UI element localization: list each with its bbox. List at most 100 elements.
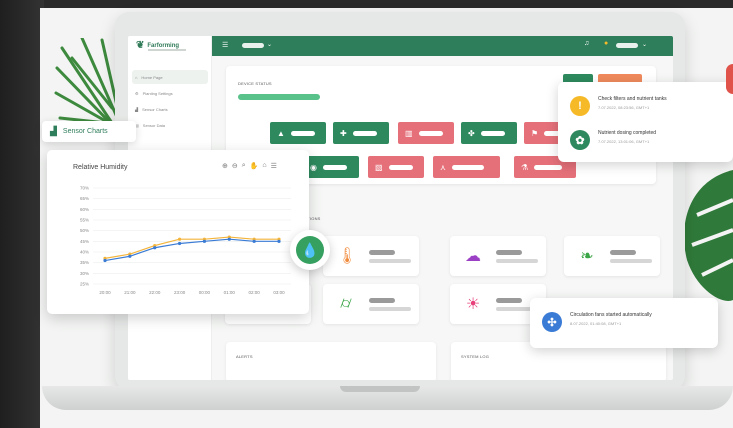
brand-name: Farforming [147,42,180,49]
system-log-title: SYSTEM LOG [461,354,490,359]
thermometer-icon: 🌡 [337,248,358,265]
notification-badge[interactable] [726,64,733,94]
laptop-notch [340,386,420,392]
device-tile-light[interactable]: ✚ [333,122,389,144]
valve-icon: ◉ [310,162,317,172]
status-progress [238,94,320,100]
alerts-card: ALERTS [226,342,436,380]
series-line [104,236,279,259]
sensor-card-humidity[interactable]: ☁ [450,236,546,276]
fan-icon: ✣ [542,312,562,332]
device-tile-pump[interactable]: ▲ [270,122,326,144]
bar-chart-icon: ▟ [50,126,57,136]
filter-icon: ▧ [375,162,383,172]
top-bar: ☰ ⌄ ♫ ● ⌄ [212,36,673,56]
dose-icon: ⋏ [440,162,446,172]
y-tick-label: 60% [80,207,89,212]
notification-time: 7.07.2022, 13:01:06, GMT+1 [598,139,650,144]
test-tube-icon: ⌭ [340,295,352,312]
device-tile-heater[interactable]: ▥ [398,122,454,144]
chevron-down-icon[interactable]: ⌄ [642,41,647,48]
user-menu[interactable] [616,43,638,48]
alerts-title: ALERTS [236,354,253,359]
leaf-logo-icon: ❦ [136,40,145,51]
x-tick-label: 21:00 [124,290,136,295]
device-tile-filter[interactable]: ▧ [368,156,424,178]
sidebar-item-planting[interactable]: ⚙ Planting Settings [132,86,208,100]
data-point[interactable] [277,239,281,243]
sidebar-item-data[interactable]: ▤ Sensor Data [132,118,208,132]
tank-icon: ⚗ [521,162,529,172]
y-tick-label: 45% [80,239,89,244]
sensor-card-plant[interactable]: ❧ [564,236,660,276]
notification-item[interactable]: ✣ Circulation fans started automatically… [542,312,652,332]
data-point[interactable] [227,237,231,241]
y-tick-label: 70% [80,186,89,191]
x-tick-label: 23:00 [174,290,186,295]
sidebar-item-label: Sensor Data [142,122,166,128]
humidity-chart-card: Relative Humidity ⊕ ⊖ ⌕ ✋ ⌂ ☰ 70% 65% 60% 5… [47,150,309,314]
x-tick-label: 22:00 [149,290,161,295]
y-tick-label: 55% [80,218,89,223]
data-point[interactable] [252,239,256,243]
notification-item[interactable]: ! Check filters and nutrient tanks 7.07.… [570,96,667,116]
settings-icon: ⚙ [135,90,139,96]
sensor-charts-tab[interactable]: ▟ Sensor Charts [42,121,136,142]
sidebar-item-home[interactable]: ⌂ Home Page [132,70,208,84]
sidebar-item-label: Sensor Charts [142,106,168,112]
bell-icon[interactable]: ♫ [584,40,589,47]
sensor-card-temperature[interactable]: 🌡 [323,236,419,276]
workspace-select[interactable] [242,43,264,48]
y-tick-label: 35% [80,260,89,265]
sidebar-item-label: Home Page [141,74,163,80]
device-tile-fan[interactable]: ✤ [461,122,517,144]
notification-title: Circulation fans started automatically [570,312,652,318]
y-tick-label: 25% [80,282,89,287]
notification-time: 8.07.2022, 01:40:08, GMT+1 [570,321,622,326]
avatar[interactable]: ● [604,40,608,47]
chevron-down-icon[interactable]: ⌄ [267,41,272,48]
notification-time: 7.07.2022, 08:23:56, GMT+1 [598,105,650,110]
device-tile-dose[interactable]: ⋏ [433,156,500,178]
chart-icon: ▟ [135,106,139,112]
leaf-icon: ❧ [580,248,594,265]
device-icon: ⚑ [531,128,539,138]
series-line [104,238,279,262]
sun-icon: ☀ [465,296,481,313]
circulation-popup: ✣ Circulation fans started automatically… [530,298,718,348]
y-tick-label: 40% [80,250,89,255]
fan-icon: ✤ [468,128,475,138]
data-point[interactable] [202,239,207,243]
water-drop-icon: 💧 [296,236,324,264]
humidity-chart: 70% 65% 60% 55% 50% 45% 40% 35% 30% 25% 20:00 21:00… [80,186,291,295]
data-point[interactable] [153,246,157,250]
device-tile-valve[interactable]: ◉ [303,156,359,178]
x-tick-label: 01:00 [224,290,236,295]
data-point[interactable] [103,258,107,263]
menu-icon[interactable]: ☰ [222,41,228,49]
notifications-popup: ! Check filters and nutrient tanks 7.07.… [558,82,733,162]
data-point[interactable] [177,241,182,246]
sidebar-item-label: Planting Settings [142,90,173,96]
x-tick-label: 03:00 [273,290,285,295]
device-status-title: DEVICE STATUS [238,81,272,86]
nutrient-icon: ✿ [570,130,590,150]
data-point[interactable] [177,237,182,241]
data-point[interactable] [128,254,132,258]
brand-tagline [148,49,186,51]
sensor-charts-tab-label: Sensor Charts [62,128,108,135]
warning-icon: ! [570,96,590,116]
y-tick-label: 50% [80,228,89,233]
home-icon: ⌂ [135,74,138,80]
x-tick-label: 02:00 [249,290,261,295]
x-tick-label: 20:00 [99,290,111,295]
sensor-card-ph[interactable]: ⌭ [323,284,419,324]
sidebar-item-charts[interactable]: ▟ Sensor Charts [132,102,208,116]
y-tick-label: 30% [80,271,89,276]
cloud-icon: ☁ [465,248,481,265]
water-drop-button[interactable]: 💧 [290,230,330,270]
heater-icon: ▥ [405,128,413,138]
notification-title: Check filters and nutrient tanks [598,96,667,102]
notification-item[interactable]: ✿ Nutrient dosing completed 7.07.2022, 1… [570,130,656,150]
y-tick-label: 65% [80,196,89,201]
